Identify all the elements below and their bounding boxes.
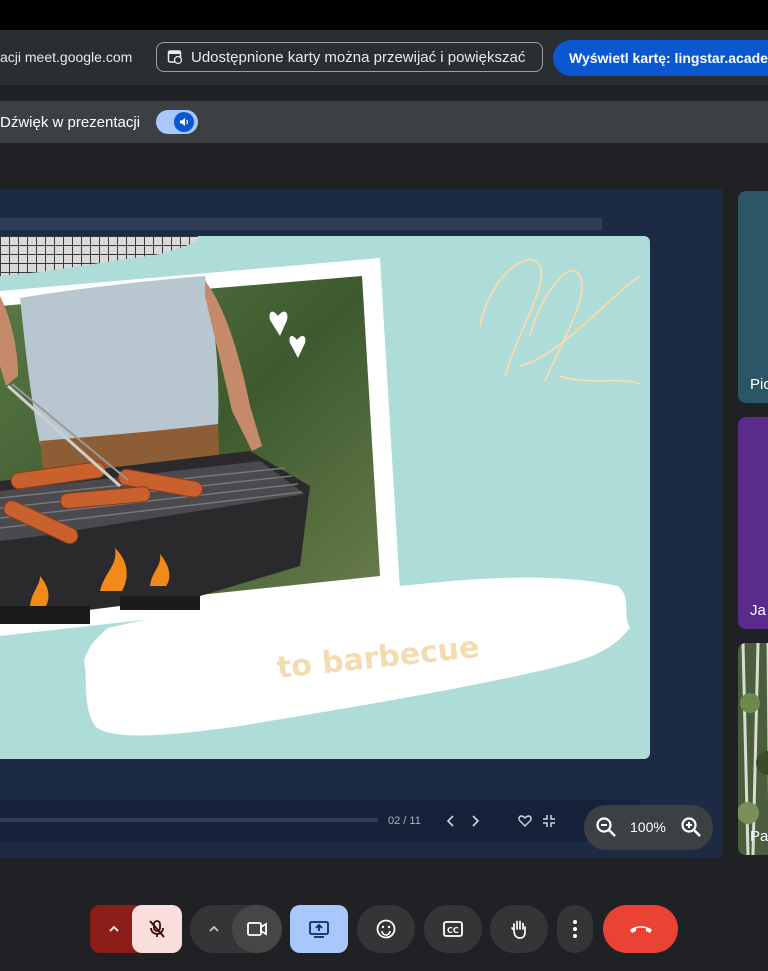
share-origin-text: acji meet.google.com — [0, 49, 133, 65]
zoom-value: 100% — [630, 819, 666, 835]
view-tab-button[interactable]: Wyświetl kartę: lingstar.academy — [553, 40, 768, 76]
zoom-out-icon[interactable] — [594, 815, 618, 839]
mic-off-icon — [149, 920, 165, 938]
emoji-icon — [376, 919, 396, 939]
share-info-chip: Udostępnione karty można przewijać i pow… — [156, 42, 543, 72]
next-slide-icon[interactable] — [467, 813, 483, 829]
top-black-band — [0, 0, 768, 30]
camera-icon — [247, 922, 267, 936]
camera-options-button[interactable] — [196, 905, 232, 953]
mic-options-button[interactable] — [96, 905, 132, 953]
leave-call-button[interactable] — [603, 905, 678, 953]
end-call-icon — [629, 926, 652, 933]
participant-video — [738, 643, 768, 855]
grid-paper-decoration — [0, 236, 198, 276]
participant-tile[interactable]: Pa — [738, 643, 768, 855]
speaker-icon — [174, 112, 194, 132]
reactions-button[interactable] — [357, 905, 415, 953]
slide-artwork: to barbecue — [0, 236, 641, 736]
zoom-in-icon[interactable] — [679, 815, 703, 839]
exit-fullscreen-icon[interactable] — [541, 813, 557, 829]
page-indicator: 02 / 11 — [388, 815, 421, 827]
participant-tile[interactable]: Ja — [738, 417, 768, 629]
present-button[interactable] — [290, 905, 348, 953]
presentation-audio-label: Dźwięk w prezentacji — [0, 114, 141, 131]
participant-tile[interactable]: Pio — [738, 191, 768, 403]
heart-icon[interactable] — [517, 813, 533, 829]
participant-name: Ja — [750, 602, 766, 619]
prev-slide-icon[interactable] — [443, 813, 459, 829]
participant-name: Pio — [750, 376, 768, 393]
more-options-button[interactable] — [557, 905, 593, 953]
shared-tab-icon — [167, 49, 183, 65]
presentation-slide[interactable]: to barbecue — [0, 236, 650, 759]
chevron-up-icon — [109, 925, 119, 932]
chevron-up-icon — [209, 925, 219, 932]
presentation-audio-toggle[interactable] — [156, 110, 198, 134]
more-icon — [573, 920, 577, 938]
present-icon — [309, 921, 329, 938]
raise-hand-icon — [511, 920, 526, 939]
svg-text:CC: CC — [447, 926, 459, 935]
barbecue-photo — [0, 276, 380, 624]
participant-name: Pa — [750, 828, 768, 845]
slide-progress[interactable] — [0, 818, 378, 822]
squiggle-decoration — [479, 258, 641, 385]
camera-toggle-button[interactable] — [232, 905, 282, 953]
raise-hand-button[interactable] — [490, 905, 548, 953]
captions-button[interactable]: CC — [424, 905, 482, 953]
slide-shadow — [0, 218, 602, 230]
share-info-text: Udostępnione karty można przewijać i pow… — [191, 48, 526, 66]
captions-icon: CC — [443, 921, 463, 937]
mic-toggle-button[interactable] — [132, 905, 182, 953]
